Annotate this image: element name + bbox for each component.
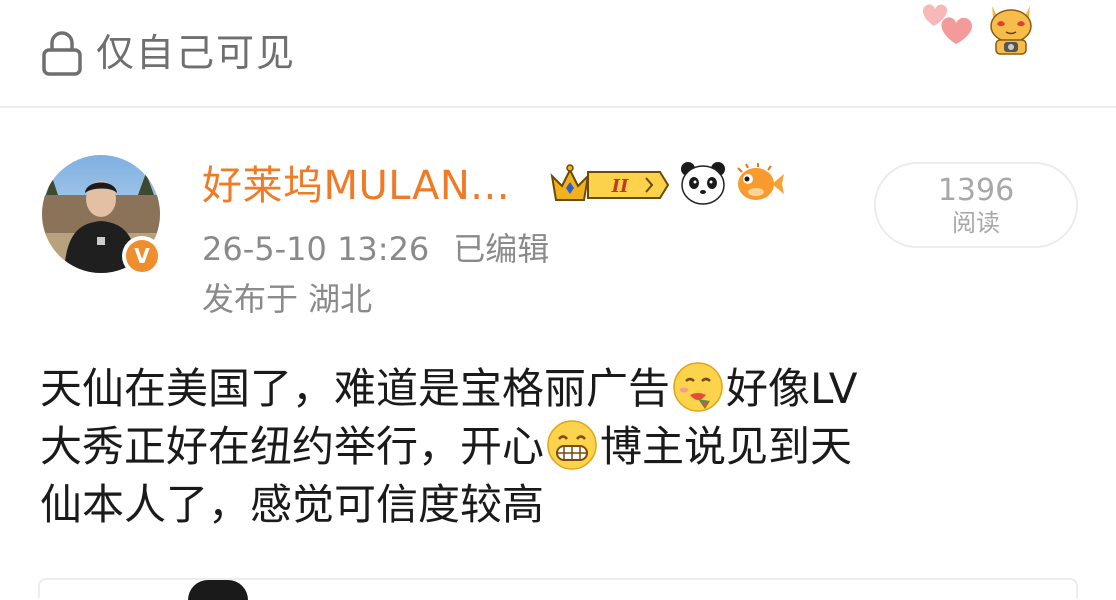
post-timestamp: 26-5-10 13:26 [202,230,430,268]
post-text-segment: 大秀正好在纽约举行，开心 [40,422,545,471]
post-text-segment: 天仙在美国了，难道是宝格丽广告 [40,364,671,413]
grin-emoji [547,420,597,470]
edited-label[interactable]: 已编辑 [453,230,549,268]
post-line: 天仙在美国了，难道是宝格丽广告 好像LV [40,360,1090,418]
lock-icon [42,31,82,76]
pufferfish-icon [737,163,784,200]
cat-sticker-icon [990,6,1032,55]
post-location: 发布于 湖北 [202,280,373,318]
crown-level-badge[interactable]: II [548,162,670,208]
hearts-icon [922,4,972,44]
panda-icon [681,162,725,205]
yummy-emoji [673,362,723,412]
post-text-segment: 博主说见到天 [600,422,853,471]
post-text-segment: 仙本人了，感觉可信度较高 [40,480,545,529]
post-text: 天仙在美国了，难道是宝格丽广告 好像LV 大秀正好在纽约举行，开心 博主说见到天… [40,360,1090,534]
read-label: 阅读 [952,209,1000,237]
divider [0,106,1116,108]
visibility-bar: 仅自己可见 [0,0,1116,106]
post-text-segment: 好像LV [726,364,858,413]
username[interactable]: 好莱坞MULAN... [202,158,510,214]
visibility-label: 仅自己可见 [96,31,297,75]
embedded-card-avatar [188,580,248,600]
post-line: 大秀正好在纽约举行，开心 博主说见到天 [40,418,1090,476]
verified-badge: V [122,236,162,276]
crown-level-text: II [611,176,629,197]
read-count: 1396 [937,173,1015,208]
post-line: 仙本人了，感觉可信度较高 [40,476,1090,534]
post-meta: 26-5-10 13:26 已编辑 [202,226,549,272]
read-count-pill: 1396 阅读 [874,162,1078,248]
